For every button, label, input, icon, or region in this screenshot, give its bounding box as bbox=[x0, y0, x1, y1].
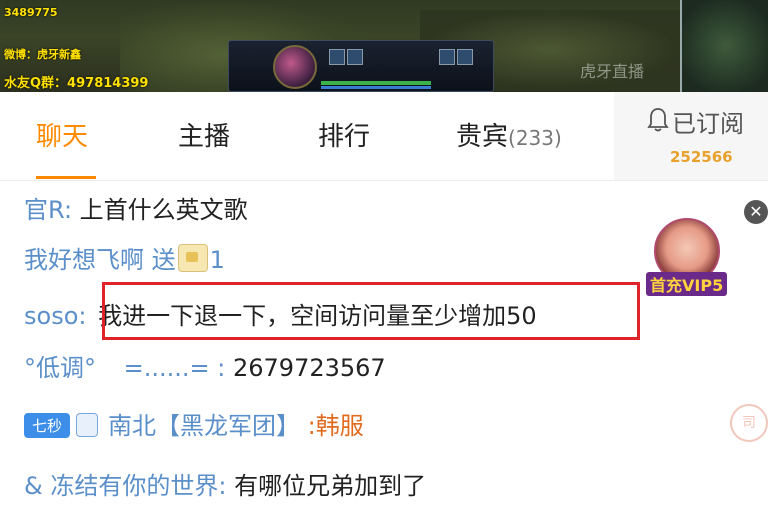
tab-label: 排行 bbox=[318, 122, 371, 152]
game-hud bbox=[228, 40, 494, 92]
vip-count: (233) bbox=[508, 126, 562, 150]
chat-nickname[interactable]: soso bbox=[24, 302, 78, 330]
tab-host[interactable]: 主播 bbox=[178, 116, 230, 153]
gift-icon bbox=[177, 244, 208, 272]
chat-nickname[interactable]: °低调° bbox=[24, 354, 96, 382]
tab-ranking[interactable]: 排行 bbox=[318, 116, 370, 153]
chat-separator: : bbox=[78, 302, 87, 330]
chat-message: 官R: 上首什么英文歌 bbox=[24, 190, 248, 225]
highlight-annotation bbox=[102, 282, 640, 340]
game-minimap bbox=[680, 0, 768, 92]
chat-nickname[interactable]: 官R bbox=[24, 196, 64, 224]
item-slot bbox=[457, 49, 473, 65]
chat-message: °低调° =......= : 2679723567 bbox=[24, 348, 386, 383]
chat-separator: =......= : bbox=[123, 354, 226, 382]
close-icon[interactable]: ✕ bbox=[744, 200, 768, 224]
chat-text: 上首什么英文歌 bbox=[79, 196, 248, 224]
ability-slot bbox=[347, 49, 363, 65]
chat-nickname[interactable]: 南北【黑龙军团】 bbox=[108, 412, 300, 440]
subscribe-label: 已订阅 bbox=[672, 110, 744, 138]
health-bar bbox=[321, 81, 431, 85]
chat-separator: : bbox=[307, 412, 316, 440]
chat-message: 七秒 南北【黑龙军团】 :韩服 bbox=[24, 406, 364, 441]
active-tab-indicator bbox=[36, 176, 96, 179]
tab-label: 聊天 bbox=[36, 122, 89, 152]
chat-separator: : bbox=[63, 196, 73, 224]
tab-chat[interactable]: 聊天 bbox=[36, 116, 88, 153]
stream-overlay-text: 水友Q群：497814399 bbox=[4, 76, 149, 91]
gift-count: 1 bbox=[209, 246, 225, 274]
tab-vip-guests[interactable]: 贵宾(233) bbox=[456, 116, 562, 153]
item-slot bbox=[439, 49, 455, 65]
stream-watermark: 虎牙直播 bbox=[580, 62, 645, 81]
seal-icon: 司 bbox=[730, 404, 768, 442]
ability-slot bbox=[329, 49, 345, 65]
champion-portrait bbox=[273, 45, 317, 89]
fan-badge[interactable]: 七秒 bbox=[24, 413, 71, 438]
chat-text: 有哪位兄弟加到了 bbox=[234, 472, 427, 500]
vip-promo-banner[interactable]: 首充VIP5 bbox=[646, 218, 738, 298]
badge-level-icon bbox=[76, 413, 99, 437]
chat-text: 韩服 bbox=[315, 412, 364, 440]
mana-bar bbox=[321, 86, 431, 89]
subscriber-count: 252566 bbox=[670, 148, 733, 166]
stream-overlay-text: 微博：虎牙新鑫 bbox=[4, 48, 81, 61]
stream-overlay-text: 3489775 bbox=[4, 6, 58, 19]
subscribe-button[interactable]: 已订阅 252566 bbox=[614, 92, 768, 180]
chat-nickname[interactable]: 我好想飞啊 bbox=[24, 246, 144, 274]
video-player[interactable]: 3489775 微博：虎牙新鑫 水友Q群：497814399 虎牙直播 bbox=[0, 0, 768, 92]
chat-separator: : bbox=[218, 472, 227, 500]
chat-text: 2679723567 bbox=[233, 354, 386, 382]
tab-label: 主播 bbox=[178, 122, 231, 152]
tab-label: 贵宾 bbox=[456, 122, 509, 152]
chat-nickname[interactable]: & 冻结有你的世界 bbox=[24, 472, 218, 500]
chat-message: & 冻结有你的世界: 有哪位兄弟加到了 bbox=[24, 466, 426, 501]
chat-gift-message: 我好想飞啊 送 1 bbox=[24, 240, 225, 275]
bell-icon bbox=[647, 108, 669, 132]
vip-label: 首充VIP5 bbox=[646, 272, 728, 296]
gift-action: 送 bbox=[151, 246, 176, 274]
